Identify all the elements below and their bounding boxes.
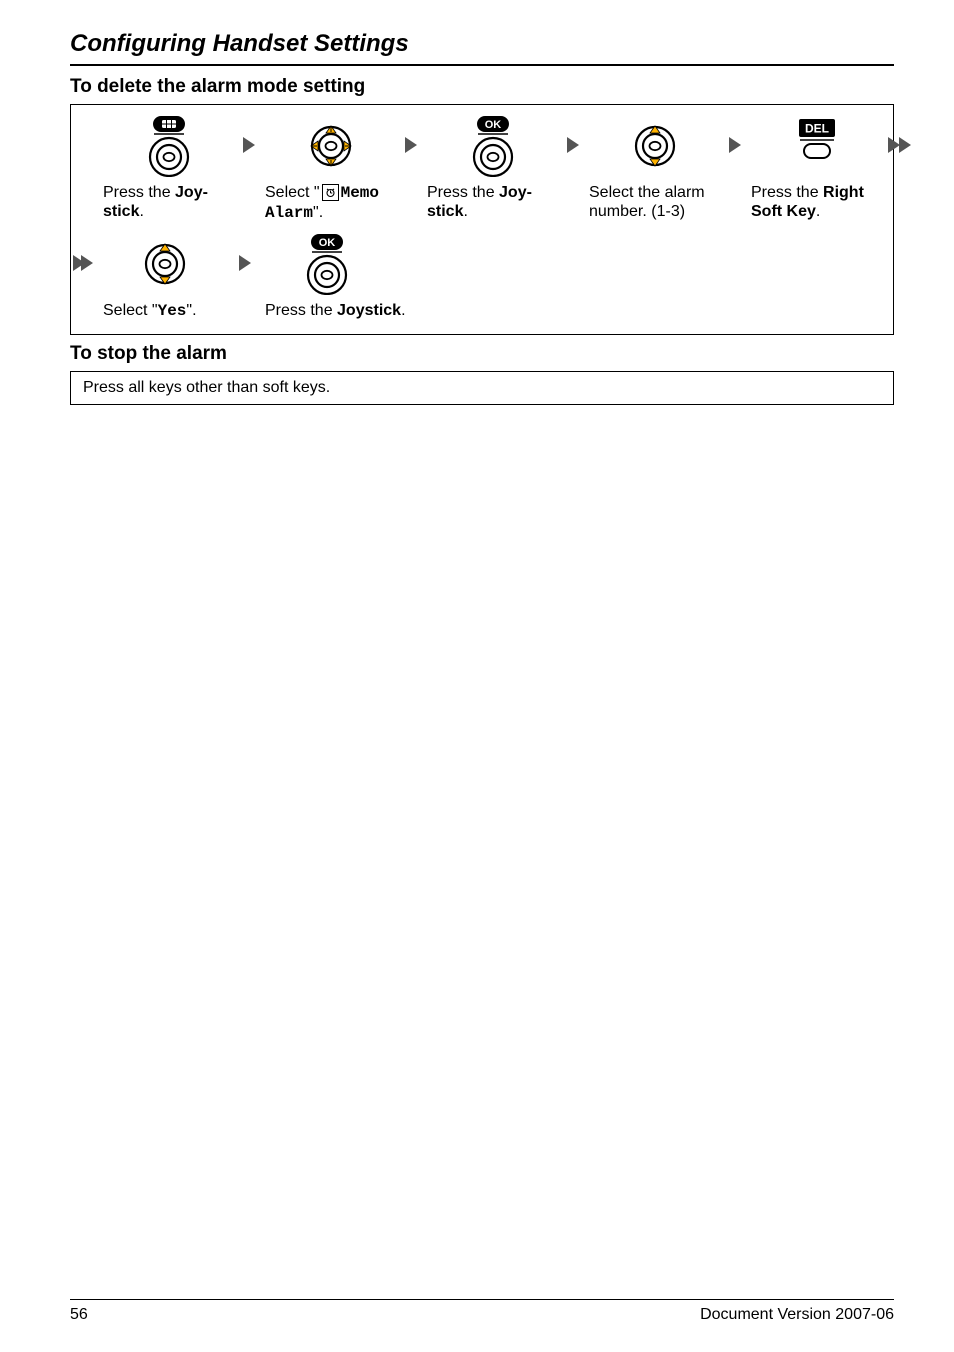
svg-text:OK: OK	[319, 237, 336, 249]
step-icon-2	[261, 115, 401, 177]
stop-alarm-note: Press all keys other than soft keys.	[70, 371, 894, 405]
subheading-stop-alarm: To stop the alarm	[70, 343, 894, 365]
arrow-icon	[725, 137, 747, 155]
procedure-diagram: OK DEL	[70, 104, 894, 335]
document-version: Document Version 2007-06	[700, 1306, 894, 1324]
del-softkey-icon: DEL	[787, 118, 847, 174]
step-icon-5: DEL	[747, 118, 887, 174]
page-footer: 56 Document Version 2007-06	[70, 1299, 894, 1324]
menu-joystick-icon	[139, 115, 199, 177]
ok-joystick-icon: OK	[297, 233, 357, 295]
arrow-icon	[239, 137, 261, 155]
arrow-icon	[563, 137, 585, 155]
arrow-icon	[235, 255, 257, 273]
step-icon-1	[99, 115, 239, 177]
svg-text:DEL: DEL	[805, 122, 829, 136]
alarm-clock-icon	[322, 184, 339, 201]
arrow-icon	[401, 137, 423, 155]
step-caption-6: Select "Yes".	[103, 301, 243, 321]
subheading-delete-alarm: To delete the alarm mode setting	[70, 76, 894, 98]
step-icon-3: OK	[423, 115, 563, 177]
step-caption-1: Press the Joy-stick.	[103, 183, 243, 221]
step-icon-6	[95, 236, 235, 292]
title-rule	[70, 64, 894, 66]
page-number: 56	[70, 1306, 88, 1324]
svg-text:OK: OK	[485, 119, 502, 131]
ok-joystick-icon: OK	[463, 115, 523, 177]
step-caption-7: Press the Joystick.	[265, 301, 465, 320]
step-caption-4: Select the alarmnumber. (1-3)	[589, 183, 729, 221]
step-icon-7: OK	[257, 233, 397, 295]
joystick-updown-icon	[143, 242, 187, 286]
continuation-arrow-icon	[887, 137, 913, 155]
step-caption-5: Press the RightSoft Key.	[751, 183, 891, 221]
section-title: Configuring Handset Settings	[70, 30, 894, 58]
step-caption-2: Select "MemoAlarm".	[265, 183, 405, 223]
joystick-4way-icon	[309, 124, 353, 168]
step-caption-3: Press the Joy-stick.	[427, 183, 567, 221]
step-icon-4	[585, 115, 725, 177]
continuation-arrow-icon	[73, 255, 95, 273]
joystick-updown-icon	[633, 124, 677, 168]
